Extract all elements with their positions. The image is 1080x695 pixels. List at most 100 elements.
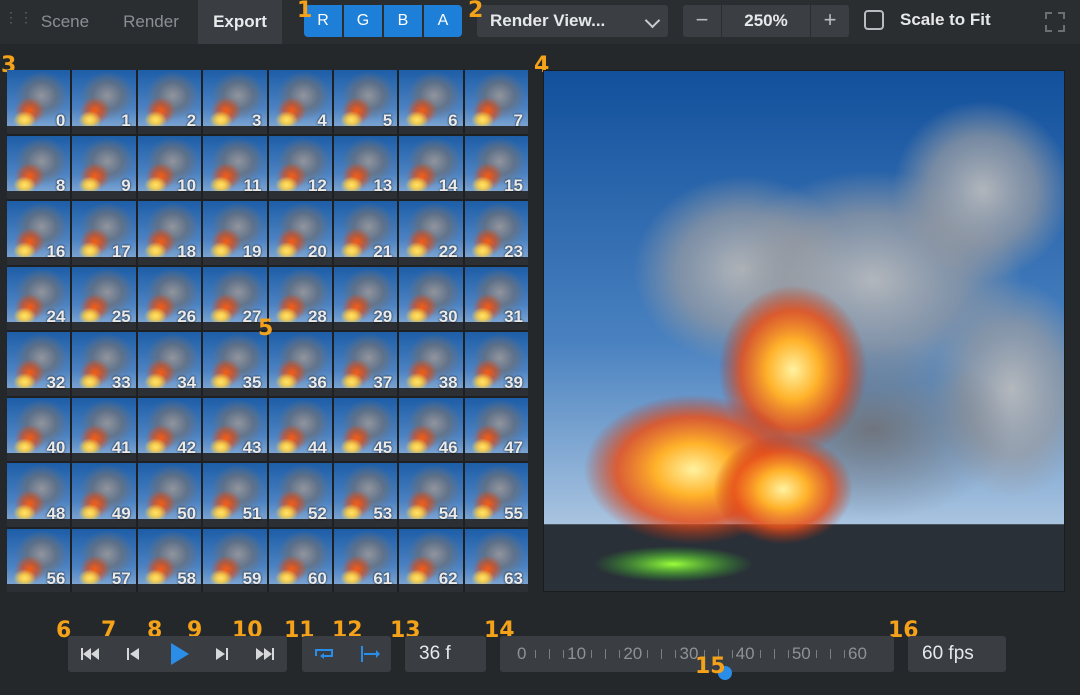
frame-thumbnail[interactable]: 61 — [333, 528, 398, 592]
frame-thumbnail[interactable]: 0 — [7, 70, 71, 134]
frame-thumbnail[interactable]: 10 — [137, 135, 202, 199]
frame-number: 52 — [307, 503, 327, 523]
frame-thumbnail[interactable]: 46 — [399, 397, 463, 461]
frame-thumbnail[interactable]: 58 — [137, 528, 202, 592]
frame-thumbnail[interactable]: 54 — [399, 463, 463, 527]
frame-thumbnail[interactable]: 41 — [72, 397, 136, 461]
timeline-tick — [843, 650, 845, 658]
frame-thumbnail[interactable]: 23 — [464, 201, 528, 265]
tab-render[interactable]: Render — [108, 0, 194, 44]
frame-thumbnail[interactable]: 39 — [464, 332, 528, 396]
frame-thumbnail[interactable]: 5 — [333, 70, 398, 134]
channel-g-button[interactable]: G — [344, 5, 382, 37]
frame-thumbnail[interactable]: 30 — [399, 266, 463, 330]
frame-thumbnail[interactable]: 49 — [72, 463, 136, 527]
frame-thumbnail[interactable]: 47 — [464, 397, 528, 461]
timeline-tick — [675, 650, 677, 658]
zoom-control: − 250% + — [683, 5, 849, 37]
frame-thumbnail[interactable]: 6 — [399, 70, 463, 134]
skip-to-start-icon[interactable] — [68, 636, 112, 672]
frame-thumbnail[interactable]: 12 — [268, 135, 332, 199]
frame-thumbnail[interactable]: 48 — [7, 463, 71, 527]
frame-thumbnail[interactable]: 56 — [7, 528, 71, 592]
frame-thumbnail[interactable]: 20 — [268, 201, 332, 265]
frame-thumbnail[interactable]: 4 — [268, 70, 332, 134]
frame-thumbnail[interactable]: 25 — [72, 266, 136, 330]
frame-number: 45 — [373, 438, 393, 457]
drag-handle-icon[interactable]: ⋮⋮ — [4, 10, 33, 32]
frame-thumbnail[interactable]: 13 — [333, 135, 398, 199]
loop-icon[interactable] — [302, 636, 346, 672]
skip-to-end-icon[interactable] — [243, 636, 287, 672]
frame-thumbnail[interactable]: 42 — [137, 397, 202, 461]
frame-thumbnail[interactable]: 8 — [7, 135, 71, 199]
frame-thumbnail[interactable]: 31 — [464, 266, 528, 330]
frame-thumbnail[interactable]: 34 — [137, 332, 202, 396]
frame-thumbnail[interactable]: 29 — [333, 266, 398, 330]
frame-thumbnail[interactable]: 19 — [203, 201, 267, 265]
frame-thumbnail[interactable]: 27 — [203, 266, 267, 330]
frame-thumbnail[interactable]: 9 — [72, 135, 136, 199]
timeline-tick-label: 50 — [791, 644, 811, 663]
current-frame-field[interactable]: 36 f — [405, 636, 486, 672]
frame-number: 37 — [373, 372, 393, 392]
frame-thumbnail[interactable]: 40 — [7, 397, 71, 461]
frame-thumbnail[interactable]: 57 — [72, 528, 136, 592]
timeline-tick — [563, 650, 565, 658]
fullscreen-icon[interactable] — [1045, 12, 1065, 32]
frame-thumbnail[interactable]: 17 — [72, 201, 136, 265]
frame-thumbnail[interactable]: 37 — [333, 332, 398, 396]
timeline-tick-label: 40 — [735, 644, 755, 663]
frame-thumbnail[interactable]: 59 — [203, 528, 267, 592]
frame-thumbnail[interactable]: 14 — [399, 135, 463, 199]
frame-number: 60 — [307, 569, 327, 588]
frame-thumbnail[interactable]: 24 — [7, 266, 71, 330]
frame-thumbnail[interactable]: 22 — [399, 201, 463, 265]
zoom-out-button[interactable]: − — [683, 5, 722, 37]
frame-thumbnail[interactable]: 38 — [399, 332, 463, 396]
channel-b-button[interactable]: B — [384, 5, 422, 37]
frame-thumbnail[interactable]: 18 — [137, 201, 202, 265]
frame-thumbnail[interactable]: 11 — [203, 135, 267, 199]
frame-thumbnail[interactable]: 35 — [203, 332, 267, 396]
frame-thumbnail[interactable]: 33 — [72, 332, 136, 396]
view-dropdown[interactable]: Render View... — [477, 5, 668, 37]
zoom-value[interactable]: 250% — [721, 5, 811, 37]
channel-a-button[interactable]: A — [424, 5, 462, 37]
frame-thumbnail[interactable]: 26 — [137, 266, 202, 330]
frame-thumbnail[interactable]: 52 — [268, 463, 332, 527]
tab-scene[interactable]: Scene — [26, 0, 104, 44]
play-icon[interactable] — [156, 636, 200, 672]
frame-thumbnail[interactable]: 16 — [7, 201, 71, 265]
frame-thumbnail[interactable]: 7 — [464, 70, 528, 134]
frame-number: 28 — [307, 307, 327, 326]
fps-field[interactable]: 60 fps — [908, 636, 1006, 672]
frame-thumbnail[interactable]: 50 — [137, 463, 202, 527]
frame-thumbnail[interactable]: 21 — [333, 201, 398, 265]
frame-thumbnail[interactable]: 32 — [7, 332, 71, 396]
frame-thumbnail[interactable]: 1 — [72, 70, 136, 134]
frame-thumbnail[interactable]: 36 — [268, 332, 332, 396]
frame-thumbnail[interactable]: 51 — [203, 463, 267, 527]
render-preview — [543, 70, 1065, 592]
frame-thumbnail[interactable]: 43 — [203, 397, 267, 461]
frame-thumbnail[interactable]: 45 — [333, 397, 398, 461]
frame-thumbnail[interactable]: 44 — [268, 397, 332, 461]
scale-to-fit-checkbox[interactable] — [864, 10, 884, 30]
frame-thumbnail[interactable]: 28 — [268, 266, 332, 330]
next-frame-icon[interactable] — [199, 636, 243, 672]
frame-thumbnail[interactable]: 55 — [464, 463, 528, 527]
callout-15: 15 — [695, 654, 726, 679]
previous-frame-icon[interactable] — [112, 636, 156, 672]
frame-thumbnail[interactable]: 2 — [137, 70, 202, 134]
tab-export[interactable]: Export — [198, 0, 282, 44]
ping-pong-icon[interactable] — [347, 636, 391, 672]
frame-thumbnail[interactable]: 15 — [464, 135, 528, 199]
frame-thumbnail[interactable]: 60 — [268, 528, 332, 592]
frame-thumbnail[interactable]: 3 — [203, 70, 267, 134]
zoom-in-button[interactable]: + — [810, 5, 849, 37]
frame-thumbnail[interactable]: 53 — [333, 463, 398, 527]
frame-thumbnail[interactable]: 62 — [399, 528, 463, 592]
tab-label: Scene — [40, 12, 90, 31]
frame-thumbnail[interactable]: 63 — [464, 528, 528, 592]
